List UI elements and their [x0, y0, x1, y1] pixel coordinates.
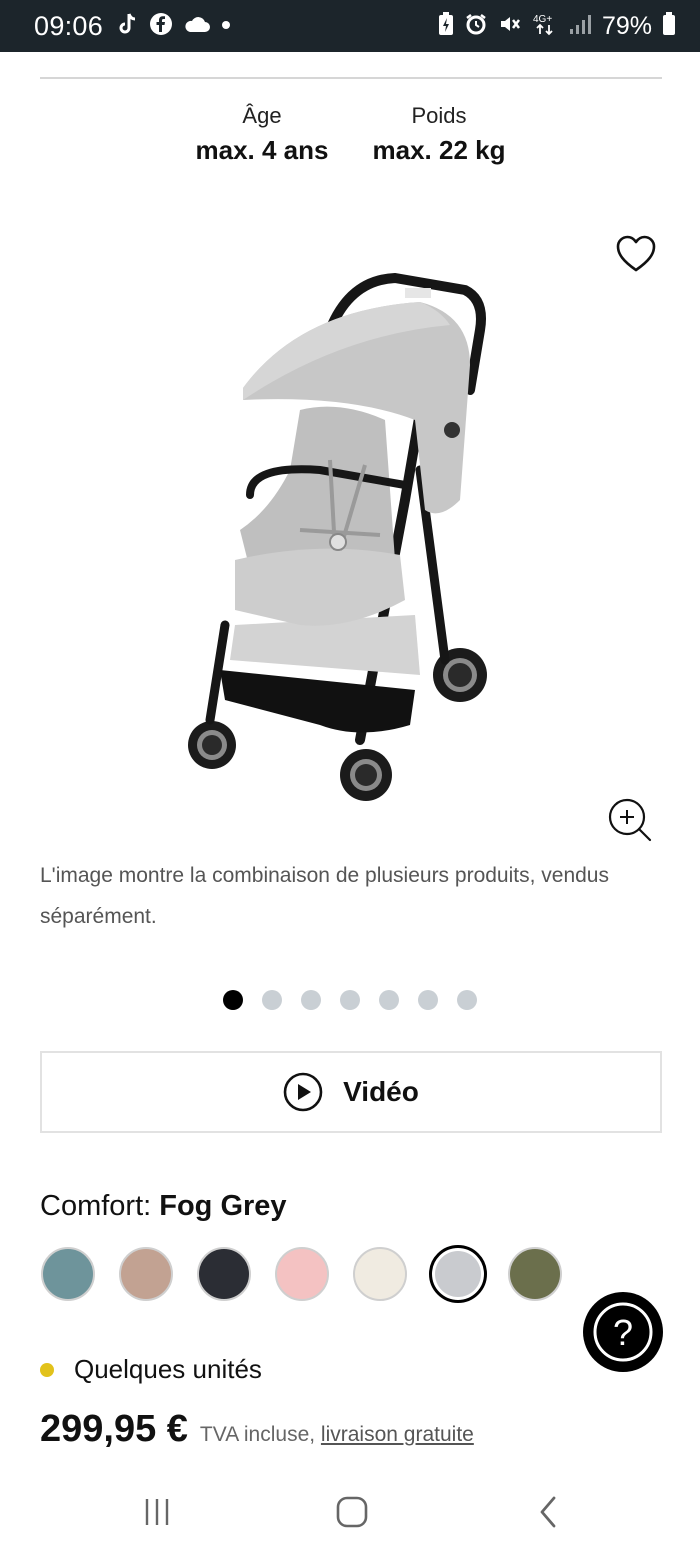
carousel-dot[interactable]	[340, 990, 360, 1010]
color-swatch-selected[interactable]	[429, 1245, 487, 1303]
stroller-image	[188, 272, 487, 801]
tiktok-icon	[117, 12, 139, 41]
wheel-front-left	[188, 721, 236, 769]
stock-status: Quelques unités	[40, 1354, 262, 1385]
carousel-dot[interactable]	[301, 990, 321, 1010]
price: 299,95 €	[40, 1408, 188, 1450]
recents-icon	[145, 1499, 169, 1525]
status-left-icons	[117, 12, 231, 41]
color-swatch[interactable]	[41, 1247, 95, 1301]
status-bar: 09:06 4G+ 79%	[0, 0, 700, 52]
battery-percent: 79%	[601, 11, 652, 40]
selected-color-name: Fog Grey	[159, 1190, 287, 1222]
age-label: Âge	[242, 103, 282, 128]
price-meta: TVA incluse, livraison gratuite	[200, 1423, 474, 1447]
top-divider	[40, 77, 662, 79]
facebook-icon	[149, 12, 173, 41]
svg-text:4G+: 4G+	[533, 14, 552, 25]
signal-icon	[568, 12, 592, 41]
color-prefix: Comfort:	[40, 1190, 160, 1222]
system-nav-bar	[0, 1470, 700, 1556]
age-value: max. 4 ans	[195, 135, 329, 165]
stock-text: Quelques unités	[74, 1354, 262, 1384]
image-disclaimer: L'image montre la combinaison de plusieu…	[40, 864, 609, 928]
home-icon	[336, 1496, 368, 1528]
cloud-icon	[183, 14, 211, 39]
stock-indicator	[40, 1362, 54, 1377]
color-swatch[interactable]	[119, 1247, 173, 1301]
heart-icon	[616, 235, 656, 272]
color-swatch[interactable]	[353, 1247, 407, 1301]
zoom-button[interactable]	[606, 797, 654, 845]
help-button[interactable]: ?	[583, 1292, 663, 1372]
carousel-dot[interactable]	[223, 990, 243, 1010]
favorite-button[interactable]	[615, 234, 657, 274]
battery-icon	[662, 11, 676, 41]
question-icon: ?	[593, 1302, 653, 1362]
battery-saver-icon	[438, 11, 454, 41]
status-right-icons: 4G+ 79%	[438, 11, 676, 42]
product-image[interactable]	[180, 270, 500, 820]
color-label: Comfort: Fog Grey	[40, 1190, 287, 1223]
network-4g-icon: 4G+	[532, 11, 558, 42]
zoom-in-icon	[608, 798, 652, 842]
back-button[interactable]	[525, 1492, 573, 1532]
spec-age: Âge max. 4 ans	[190, 102, 334, 170]
weight-label: Poids	[411, 103, 467, 128]
carousel-dots	[223, 990, 477, 1010]
recents-button[interactable]	[133, 1492, 181, 1532]
carousel-dot[interactable]	[418, 990, 438, 1010]
svg-text:?: ?	[613, 1312, 633, 1353]
back-icon	[540, 1496, 556, 1528]
status-time: 09:06	[34, 10, 104, 41]
spec-weight: Poids max. 22 kg	[366, 102, 512, 170]
play-icon	[283, 1072, 323, 1112]
alarm-icon	[464, 12, 488, 41]
color-swatch[interactable]	[508, 1247, 562, 1301]
shipping-link[interactable]: livraison gratuite	[321, 1423, 474, 1446]
tax-note: TVA incluse,	[199, 1423, 321, 1446]
video-button[interactable]: Vidéo	[40, 1051, 662, 1133]
dot-icon	[221, 17, 231, 35]
weight-value: max. 22 kg	[372, 135, 506, 165]
video-label: Vidéo	[343, 1076, 419, 1107]
carousel-dot[interactable]	[262, 990, 282, 1010]
wheel-front-right	[340, 749, 392, 801]
price-row: 299,95 € TVA incluse, livraison gratuite	[40, 1408, 474, 1451]
color-swatch[interactable]	[275, 1247, 329, 1301]
home-button[interactable]	[328, 1492, 376, 1532]
mute-icon	[498, 12, 522, 41]
color-swatch[interactable]	[197, 1247, 251, 1301]
carousel-dot[interactable]	[379, 990, 399, 1010]
carousel-dot[interactable]	[457, 990, 477, 1010]
